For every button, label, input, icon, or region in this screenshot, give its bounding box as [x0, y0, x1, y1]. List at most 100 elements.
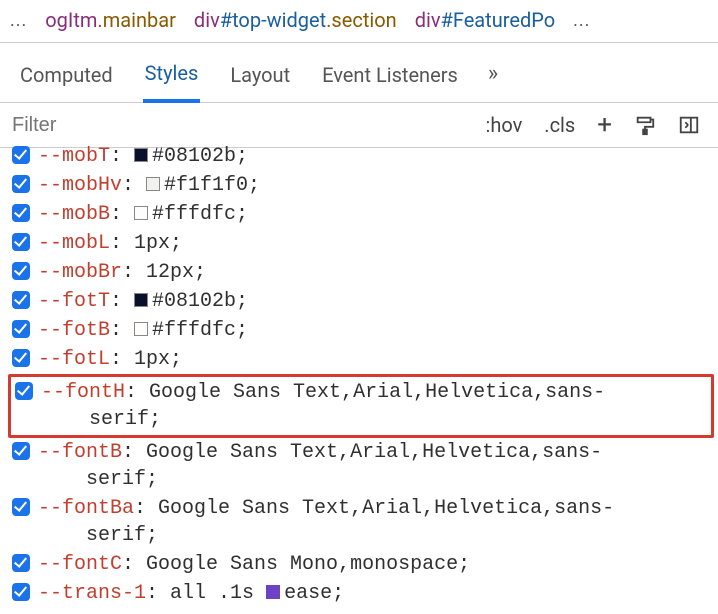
property-name[interactable]: --mobBr	[38, 261, 122, 284]
property-name[interactable]: --fotB	[38, 319, 110, 342]
property-name[interactable]: --fotT	[38, 290, 110, 313]
declaration-text[interactable]: --mobB: #fffdfc;	[34, 201, 712, 228]
property-name[interactable]: --trans-1	[38, 582, 146, 605]
css-declaration[interactable]: --mobBr: 12px;	[4, 258, 718, 287]
css-declaration[interactable]: --fontBa: Google Sans Text,Arial,Helveti…	[4, 494, 718, 550]
css-declaration[interactable]: --trans-1: all .1s ease;	[4, 579, 718, 608]
property-enable-checkbox[interactable]	[15, 382, 33, 400]
property-value[interactable]: #f1f1f0;	[164, 174, 260, 197]
declaration-text[interactable]: --trans-1: all .1s ease;	[34, 580, 712, 607]
color-swatch[interactable]	[134, 206, 148, 220]
css-declaration[interactable]: --fontH: Google Sans Text,Arial,Helvetic…	[8, 374, 714, 438]
property-name[interactable]: --mobHv	[38, 174, 122, 197]
property-value-continuation[interactable]: serif;	[41, 406, 709, 433]
css-declaration[interactable]: --mobT: #08102b;	[4, 142, 718, 171]
property-name[interactable]: --fontB	[38, 441, 122, 464]
property-value[interactable]: Google Sans Text,Arial,Helvetica,sans-	[146, 441, 602, 464]
property-enable-checkbox[interactable]	[12, 498, 30, 516]
panel-toggle-icon[interactable]	[670, 110, 708, 140]
breadcrumb-item[interactable]: div#top-widget.section	[194, 8, 397, 32]
property-enable-checkbox[interactable]	[12, 554, 30, 572]
declaration-text[interactable]: --mobT: #08102b;	[34, 143, 712, 170]
property-value[interactable]: 12px;	[146, 261, 206, 284]
property-enable-checkbox[interactable]	[12, 233, 30, 251]
declaration-text[interactable]: --mobL: 1px;	[34, 230, 712, 257]
new-rule-button[interactable]: +	[589, 112, 620, 138]
css-declaration[interactable]: --mobL: 1px;	[4, 229, 718, 258]
color-swatch[interactable]	[146, 177, 160, 191]
property-value-continuation[interactable]: serif;	[38, 522, 712, 549]
declaration-text[interactable]: --fontBa: Google Sans Text,Arial,Helveti…	[34, 495, 712, 549]
property-value[interactable]: #fffdfc;	[152, 319, 248, 342]
property-enable-checkbox[interactable]	[12, 583, 30, 601]
declaration-text[interactable]: --mobBr: 12px;	[34, 259, 712, 286]
css-declaration[interactable]: --fotT: #08102b;	[4, 287, 718, 316]
declaration-text[interactable]: --fotT: #08102b;	[34, 288, 712, 315]
ellipsis-right[interactable]: ...	[573, 10, 590, 31]
filter-input[interactable]	[12, 110, 471, 141]
property-value[interactable]: ease;	[284, 582, 344, 605]
property-enable-checkbox[interactable]	[12, 320, 30, 338]
property-name[interactable]: --mobB	[38, 203, 110, 226]
bc-id: #FeaturedPo	[441, 8, 556, 32]
property-name[interactable]: --fontC	[38, 553, 122, 576]
bezier-swatch[interactable]	[266, 585, 280, 599]
property-name[interactable]: --fontBa	[38, 497, 134, 520]
bc-id: #top-widget	[220, 8, 326, 32]
property-value[interactable]: Google Sans Text,Arial,Helvetica,sans-	[158, 497, 614, 520]
css-declaration[interactable]: --fotB: #fffdfc;	[4, 316, 718, 345]
css-declaration[interactable]: --mobB: #fffdfc;	[4, 200, 718, 229]
declaration-text[interactable]: --fotB: #fffdfc;	[34, 317, 712, 344]
color-swatch[interactable]	[134, 293, 148, 307]
css-declaration[interactable]: --fontC: Google Sans Mono,monospace;	[4, 550, 718, 579]
property-enable-checkbox[interactable]	[12, 349, 30, 367]
color-swatch[interactable]	[134, 322, 148, 336]
property-value[interactable]: all .1s	[170, 582, 266, 605]
bc-class: .mainbar	[97, 8, 176, 32]
property-enable-checkbox[interactable]	[12, 291, 30, 309]
bc-tag: div	[194, 8, 220, 32]
property-name[interactable]: --fotL	[38, 348, 110, 371]
paint-icon[interactable]	[626, 110, 664, 140]
styles-tabs: Computed Styles Layout Event Listeners »	[0, 43, 718, 103]
declaration-text[interactable]: --fontH: Google Sans Text,Arial,Helvetic…	[37, 379, 709, 433]
property-value[interactable]: #fffdfc;	[152, 203, 248, 226]
declaration-text[interactable]: --fotL: 1px;	[34, 346, 712, 373]
property-value[interactable]: 1px;	[134, 348, 182, 371]
tabs-more[interactable]: »	[488, 61, 498, 96]
breadcrumb-item[interactable]: ogItm.mainbar	[45, 8, 176, 32]
property-name[interactable]: --fontH	[41, 381, 125, 404]
property-value[interactable]: 1px;	[134, 232, 182, 255]
tab-layout[interactable]: Layout	[228, 57, 292, 101]
ellipsis-left[interactable]: ...	[10, 10, 27, 31]
property-value[interactable]: #08102b;	[152, 290, 248, 313]
cls-toggle[interactable]: .cls	[536, 109, 583, 141]
property-value-continuation[interactable]: serif;	[38, 466, 712, 493]
color-swatch[interactable]	[134, 148, 148, 162]
declaration-text[interactable]: --fontC: Google Sans Mono,monospace;	[34, 551, 712, 578]
dom-breadcrumb: ... ogItm.mainbar div#top-widget.section…	[0, 0, 718, 43]
property-value[interactable]: Google Sans Text,Arial,Helvetica,sans-	[149, 381, 605, 404]
styles-declarations: --mobT: #08102b;--mobHv: #f1f1f0;--mobB:…	[0, 148, 718, 614]
css-declaration[interactable]: --fotL: 1px;	[4, 345, 718, 374]
breadcrumb-item[interactable]: div#FeaturedPo	[415, 8, 555, 32]
property-value[interactable]: #08102b;	[152, 145, 248, 168]
css-declaration[interactable]: --fontB: Google Sans Text,Arial,Helvetic…	[4, 438, 718, 494]
tab-computed[interactable]: Computed	[18, 57, 115, 101]
property-enable-checkbox[interactable]	[12, 204, 30, 222]
property-enable-checkbox[interactable]	[12, 175, 30, 193]
tab-styles[interactable]: Styles	[143, 55, 201, 103]
property-enable-checkbox[interactable]	[12, 262, 30, 280]
bc-tag: ogItm	[45, 8, 97, 32]
property-enable-checkbox[interactable]	[12, 146, 30, 164]
hov-toggle[interactable]: :hov	[477, 109, 530, 141]
property-enable-checkbox[interactable]	[12, 442, 30, 460]
declaration-text[interactable]: --fontB: Google Sans Text,Arial,Helvetic…	[34, 439, 712, 493]
declaration-text[interactable]: --mobHv: #f1f1f0;	[34, 172, 712, 199]
property-value[interactable]: Google Sans Mono,monospace;	[146, 553, 470, 576]
css-declaration[interactable]: --mobHv: #f1f1f0;	[4, 171, 718, 200]
bc-tag: div	[415, 8, 441, 32]
property-name[interactable]: --mobT	[38, 145, 110, 168]
property-name[interactable]: --mobL	[38, 232, 110, 255]
tab-event-listeners[interactable]: Event Listeners	[320, 57, 460, 101]
